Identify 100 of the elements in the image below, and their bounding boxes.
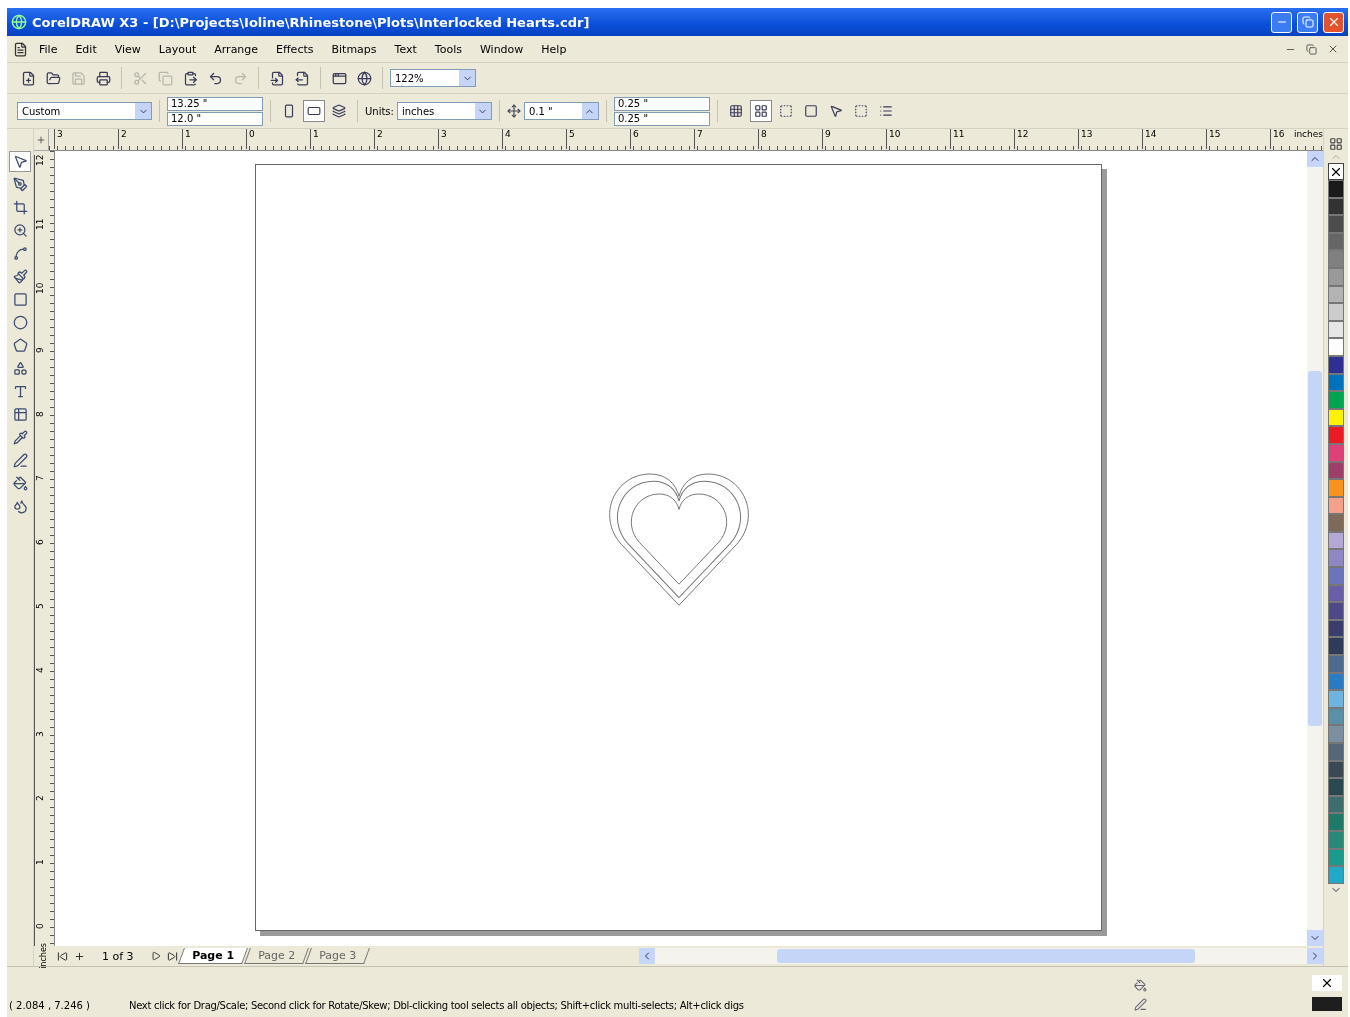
color-swatch[interactable] (1328, 655, 1344, 673)
page-tab[interactable]: Page 3 (304, 948, 370, 964)
scroll-up-button[interactable] (1307, 151, 1323, 167)
menu-item[interactable]: Edit (68, 40, 104, 58)
ruler-label: 1 (309, 129, 374, 149)
undo-icon (207, 70, 223, 86)
menu-item[interactable]: Layout (151, 40, 204, 58)
application-window-icon (331, 70, 347, 86)
scissors-icon (132, 70, 148, 86)
color-swatch[interactable] (1328, 866, 1344, 884)
color-swatch[interactable] (1328, 303, 1344, 321)
curve-icon (12, 246, 28, 261)
minimize-button[interactable] (1271, 11, 1292, 33)
landscape-page-icon (307, 104, 321, 118)
color-swatch[interactable] (1328, 479, 1344, 497)
nudge-field[interactable]: 0.1 " (523, 102, 599, 120)
new-document-icon (20, 70, 36, 86)
page-width-field[interactable]: 13.25 " (167, 96, 263, 111)
menu-item[interactable]: Window (472, 40, 531, 58)
table-icon (12, 407, 28, 422)
menu-item[interactable]: Tools (427, 40, 469, 58)
color-swatch[interactable] (1328, 743, 1344, 761)
printer-icon (95, 70, 111, 86)
ruler-label: 9 (821, 129, 886, 149)
duplicate-x-field[interactable]: 0.25 " (613, 96, 710, 111)
ruler-label: 1 (181, 129, 246, 149)
dashed-square-icon (853, 104, 868, 118)
ruler-label: 10 (34, 283, 46, 347)
rectangle-icon (12, 292, 28, 307)
color-swatch[interactable] (1328, 250, 1344, 268)
paste-icon (182, 70, 198, 86)
ruler-label: 4 (34, 667, 46, 731)
ruler-label: 6 (629, 129, 694, 149)
ruler-label: 14 (1141, 129, 1206, 149)
menu-item[interactable]: Text (387, 40, 424, 58)
menu-item[interactable]: Arrange (207, 40, 266, 58)
zoom-dropdown[interactable]: 122% (390, 69, 476, 87)
outline-pen-icon (12, 453, 28, 468)
units-label: Units: (365, 105, 394, 117)
color-swatch[interactable] (1328, 215, 1344, 233)
ruler-label: 12 (34, 155, 46, 219)
scroll-down-button[interactable] (1307, 930, 1323, 946)
page-counter: 1 of 3 (102, 949, 134, 963)
color-swatch[interactable] (1328, 391, 1344, 409)
duplicate-y-field[interactable]: 0.25 " (613, 111, 710, 126)
list-icon (878, 104, 893, 118)
units-dropdown[interactable]: inches (396, 102, 492, 120)
restore-document-button[interactable] (1303, 43, 1320, 55)
no-color-swatch[interactable] (1328, 163, 1344, 180)
menu-item[interactable]: Bitmaps (324, 40, 384, 58)
page-tab[interactable]: Page 1 (177, 948, 248, 964)
color-swatch[interactable] (1328, 637, 1344, 656)
skip-back-icon (57, 950, 68, 962)
ruler-label: 7 (693, 129, 758, 149)
ruler-origin-icon[interactable] (35, 134, 46, 145)
document-icon (13, 41, 28, 57)
color-swatch[interactable] (1328, 338, 1344, 356)
palette-menu-icon[interactable] (1329, 137, 1343, 151)
layout-button[interactable] (749, 100, 772, 122)
horizontal-scroll-thumb[interactable] (776, 949, 1195, 963)
color-swatch[interactable] (1328, 690, 1344, 708)
ruler-label: 13 (1077, 129, 1142, 149)
color-swatch[interactable] (1328, 813, 1344, 831)
color-swatch[interactable] (1328, 602, 1344, 620)
close-button[interactable] (1323, 11, 1344, 33)
import-icon (269, 70, 285, 86)
paper-type-dropdown[interactable]: Custom (17, 102, 152, 120)
ruler-label: 5 (34, 603, 46, 667)
ruler-label: 3 (53, 129, 118, 149)
menu-item[interactable]: File (32, 40, 65, 58)
copy-icon (157, 70, 173, 86)
color-swatch[interactable] (1328, 180, 1344, 198)
page-tab[interactable]: Page 2 (243, 948, 309, 964)
color-swatch[interactable] (1328, 725, 1344, 743)
color-swatch[interactable] (1328, 549, 1344, 568)
restore-button[interactable] (1297, 11, 1318, 33)
menu-item[interactable]: View (107, 40, 148, 58)
ruler-label: 8 (34, 411, 46, 475)
scroll-left-button[interactable] (638, 948, 655, 964)
color-swatch[interactable] (1328, 567, 1344, 585)
plus-icon (74, 950, 85, 962)
color-swatch[interactable] (1328, 514, 1344, 532)
pointer-tool[interactable] (9, 151, 31, 172)
droplets-icon (12, 499, 28, 514)
color-swatch[interactable] (1328, 426, 1344, 444)
ruler-label: 2 (34, 795, 46, 859)
color-swatch[interactable] (1328, 778, 1344, 796)
portrait-page-icon (282, 104, 296, 118)
outline-icon (1134, 998, 1147, 1011)
page-height-field[interactable]: 12.0 " (167, 111, 263, 126)
restore-icon (1306, 43, 1317, 55)
scroll-right-button[interactable] (1307, 948, 1323, 964)
menu-item[interactable]: Help (534, 40, 574, 58)
menu-item[interactable]: Effects (269, 40, 321, 58)
ruler-label: 11 (949, 129, 1014, 149)
landscape-button[interactable] (303, 100, 325, 122)
ruler-label: 7 (34, 475, 46, 539)
zoom-icon (12, 223, 28, 238)
vertical-scroll-thumb[interactable] (1308, 371, 1322, 726)
shapes-icon (12, 361, 28, 376)
